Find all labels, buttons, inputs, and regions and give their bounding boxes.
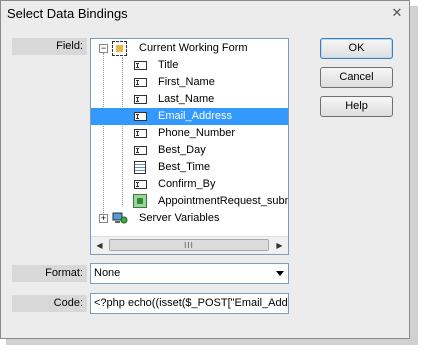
ok-button[interactable]: OK: [320, 38, 393, 59]
text-field-icon: [134, 180, 147, 189]
field-tree[interactable]: − Current Working Form Title First_Name …: [90, 38, 289, 255]
tree-item-best-time[interactable]: Best_Time: [131, 159, 286, 176]
text-field-icon: [134, 129, 147, 138]
help-button[interactable]: Help: [320, 96, 393, 117]
scroll-thumb[interactable]: III: [109, 239, 269, 251]
submit-button-icon: [133, 194, 147, 208]
window-title: Select Data Bindings: [1, 1, 409, 27]
tree-item-label: Email_Address: [155, 108, 235, 125]
format-label: Format:: [12, 265, 87, 282]
tree-item-label: Phone_Number: [158, 127, 236, 139]
format-selected-value: None: [94, 267, 121, 279]
collapse-icon[interactable]: −: [99, 44, 108, 53]
format-select[interactable]: None: [90, 263, 289, 284]
tree-item-email-address[interactable]: Email_Address: [91, 108, 288, 125]
tree-item-label: First_Name: [158, 76, 215, 88]
tree-item-label: Confirm_By: [158, 178, 216, 190]
text-field-icon: [134, 78, 147, 87]
text-field-icon: [134, 146, 147, 155]
tree-item-label: Last_Name: [158, 93, 215, 105]
cancel-button[interactable]: Cancel: [320, 67, 393, 88]
tree-item-best-day[interactable]: Best_Day: [131, 142, 286, 159]
scroll-left-icon[interactable]: ◀: [91, 237, 108, 254]
tree-item-phone-number[interactable]: Phone_Number: [131, 125, 286, 142]
list-field-icon: [134, 161, 146, 174]
tree-root-label: Server Variables: [139, 212, 220, 224]
tree-item-label: Best_Time: [158, 161, 211, 173]
select-data-bindings-dialog: Select Data Bindings ✕ Field: − Current …: [0, 0, 410, 339]
tree-item-title[interactable]: Title: [131, 57, 286, 74]
tree-connector: [122, 57, 123, 205]
tree-item-appointment-submit[interactable]: AppointmentRequest_subm: [131, 193, 288, 210]
server-icon: [112, 211, 128, 225]
tree-root-server-variables[interactable]: Server Variables: [112, 210, 287, 227]
code-label: Code:: [12, 295, 87, 312]
tree-item-label: Best_Day: [158, 144, 206, 156]
tree-item-label: AppointmentRequest_subm: [158, 195, 288, 207]
tree-item-label: Title: [158, 59, 179, 71]
tree-connector: [103, 53, 104, 219]
tree-item-confirm-by[interactable]: Confirm_By: [131, 176, 286, 193]
scroll-right-icon[interactable]: ▶: [271, 237, 288, 254]
form-icon: [112, 41, 127, 56]
tree-root-current-working-form[interactable]: Current Working Form: [112, 40, 287, 57]
dropdown-arrow-icon[interactable]: [276, 271, 284, 276]
code-field[interactable]: <?php echo((isset($_POST["Email_Addre: [90, 293, 289, 314]
text-field-icon: [134, 95, 147, 104]
expand-icon[interactable]: +: [99, 214, 108, 223]
horizontal-scrollbar[interactable]: ◀ III ▶: [91, 236, 288, 254]
tree-root-label: Current Working Form: [139, 42, 248, 54]
tree-item-first-name[interactable]: First_Name: [131, 74, 286, 91]
text-field-icon: [134, 112, 147, 121]
tree-item-last-name[interactable]: Last_Name: [131, 91, 286, 108]
close-icon[interactable]: ✕: [386, 2, 408, 24]
field-label: Field:: [12, 38, 87, 55]
text-field-icon: [134, 61, 147, 70]
